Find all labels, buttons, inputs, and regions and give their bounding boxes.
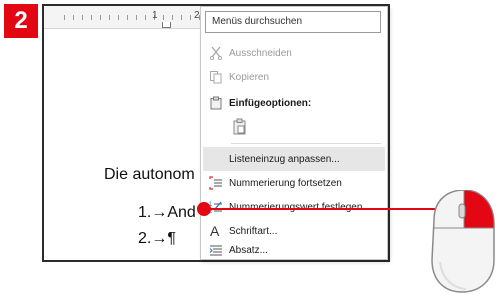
menu-item-label: Listeneinzug anpassen... [229, 153, 340, 165]
list-item-2[interactable]: 2.→¶ [138, 230, 176, 248]
menu-item-label: Nummerierungswert festlegen... [229, 201, 371, 213]
menu-item-label: Absatz... [229, 244, 268, 256]
callout-dot [197, 202, 211, 216]
paragraph-icon [203, 244, 229, 256]
menu-item-label: Nummerierung fortsetzen [229, 177, 342, 189]
continue-numbering-icon [203, 176, 229, 190]
menu-item-continue-numbering[interactable]: Nummerierung fortsetzen [203, 171, 385, 195]
menu-item-label: Kopieren [229, 71, 270, 83]
copy-icon [203, 70, 229, 84]
list-item-1[interactable]: 1.→And [138, 204, 196, 222]
step-number-badge: 2 [4, 4, 38, 38]
menu-item-adjust-list-indent[interactable]: Listeneinzug anpassen... [203, 147, 385, 171]
scissors-icon [203, 46, 229, 60]
menu-item-label: Einfügeoptionen: [229, 97, 312, 109]
menu-search-input[interactable]: Menüs durchsuchen [205, 11, 381, 33]
menu-item-copy[interactable]: Kopieren [203, 65, 385, 89]
document-heading-text[interactable]: Die autonom [104, 166, 195, 184]
paste-keep-text-button[interactable] [227, 115, 253, 139]
clipboard-icon [203, 96, 229, 110]
menu-item-label: Schriftart... [229, 225, 278, 237]
context-menu: Menüs durchsuchen Ausschneiden Kopieren … [200, 6, 388, 260]
menu-item-font[interactable]: A Schriftart... [203, 219, 385, 243]
ruler-label-2: 2 [194, 10, 200, 21]
callout-line [203, 208, 453, 210]
mouse-right-click-icon [431, 190, 495, 293]
menu-paste-options-header: Einfügeoptionen: [203, 91, 385, 115]
menu-item-set-numbering-value[interactable]: 12 Nummerierungswert festlegen... [203, 195, 385, 219]
ruler-label-1: 1 [152, 10, 158, 21]
menu-item-paragraph[interactable]: Absatz... [203, 241, 385, 259]
menu-separator [231, 143, 381, 144]
menu-item-label: Ausschneiden [229, 47, 292, 59]
menu-item-cut[interactable]: Ausschneiden [203, 41, 385, 65]
svg-text:A: A [210, 223, 220, 239]
font-icon: A [203, 223, 229, 239]
paste-icon [227, 118, 253, 136]
indent-marker-icon[interactable] [162, 22, 171, 28]
